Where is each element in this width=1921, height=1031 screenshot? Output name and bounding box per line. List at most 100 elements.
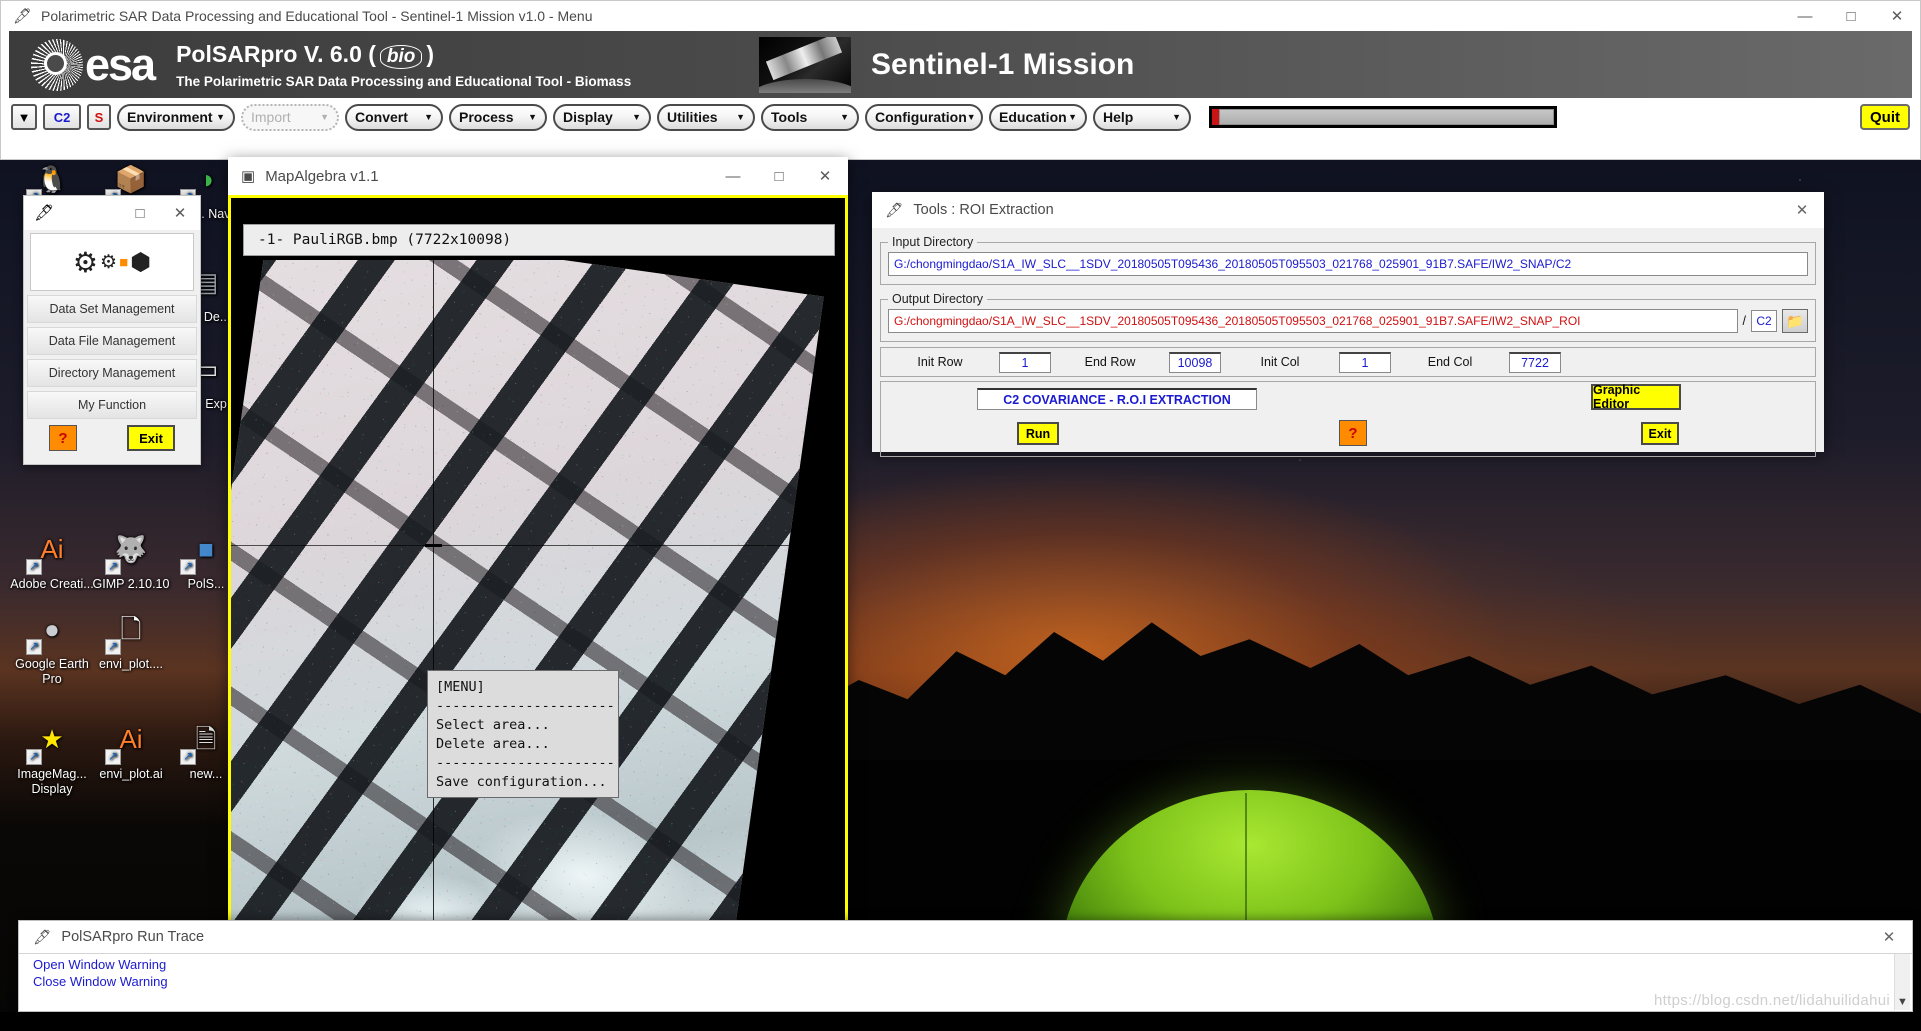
- roi-close-button[interactable]: ✕: [1780, 192, 1824, 228]
- satellite-thumbnail-icon: [759, 37, 851, 93]
- mapalgebra-titlebar: ▣ MapAlgebra v1.1 — □ ✕: [228, 157, 848, 195]
- output-directory-legend: Output Directory: [892, 292, 984, 306]
- menu-education[interactable]: Education ▼: [989, 103, 1087, 131]
- chevron-down-icon: ▼: [966, 112, 976, 122]
- range-label-end-col: End Col: [1427, 355, 1473, 369]
- sar-image-canvas[interactable]: [MENU] ---------------------- Select are…: [231, 260, 845, 950]
- context-menu-header: [MENU]: [436, 679, 485, 695]
- ma-minimize-button[interactable]: —: [710, 157, 756, 195]
- run-trace-title: PolSARpro Run Trace: [61, 929, 205, 945]
- roi-operation-banner: C2 COVARIANCE - R.O.I EXTRACTION: [977, 388, 1257, 410]
- dm-exit-button[interactable]: Exit: [127, 425, 175, 451]
- range-input-init-col[interactable]: 1: [1339, 351, 1391, 373]
- envi-plot-ai-icon: Ai ↗: [105, 715, 155, 765]
- menu-convert[interactable]: Convert ▼: [345, 103, 443, 131]
- adobe-creative-icon: Ai ↗: [26, 525, 76, 575]
- roi-help-button[interactable]: ?: [1339, 420, 1367, 446]
- input-directory-field[interactable]: G:/chongmingdao/S1A_IW_SLC__1SDV_2018050…: [888, 252, 1808, 276]
- feather-icon: 🖋: [885, 202, 904, 219]
- mapalgebra-app-icon: ▣: [241, 168, 256, 185]
- sar-speckle-overlay: [231, 260, 824, 950]
- feather-icon: 🖋: [13, 8, 33, 25]
- maximize-button[interactable]: □: [1828, 1, 1874, 31]
- context-menu-item-delete-area[interactable]: Delete area...: [436, 735, 612, 754]
- dm-close-button[interactable]: ✕: [160, 198, 200, 228]
- range-input-init-row[interactable]: 1: [999, 351, 1051, 373]
- menu-process[interactable]: Process ▼: [449, 103, 547, 131]
- run-trace-window: 🖋 PolSARpro Run Trace ✕ Open Window Warn…: [18, 920, 1913, 1012]
- ma-close-button[interactable]: ✕: [802, 157, 848, 195]
- menu-configuration[interactable]: Configuration ▼: [865, 103, 983, 131]
- run-trace-scrollbar[interactable]: ▼: [1894, 954, 1910, 1010]
- menu-tools[interactable]: Tools ▼: [761, 103, 859, 131]
- menu-environment[interactable]: Environment ▼: [117, 103, 235, 131]
- product-title-text: PolSARpro V. 6.0 (: [176, 40, 376, 67]
- close-button[interactable]: ✕: [1874, 1, 1920, 31]
- chevron-down-icon: ▼: [1172, 112, 1181, 122]
- dm-button-data-file-management[interactable]: Data File Management: [27, 327, 197, 355]
- chevron-down-icon: ▼: [320, 112, 329, 122]
- graphic-editor-button[interactable]: Graphic Editor: [1591, 383, 1681, 411]
- product-title: PolSARpro V. 6.0 (bio): [176, 41, 631, 69]
- dm-maximize-button[interactable]: □: [120, 198, 160, 228]
- output-directory-field[interactable]: G:/chongmingdao/S1A_IW_SLC__1SDV_2018050…: [888, 309, 1738, 333]
- roi-dialog-title: Tools : ROI Extraction: [913, 202, 1054, 218]
- range-label-init-row: Init Row: [917, 355, 963, 369]
- roi-titlebar: 🖋 Tools : ROI Extraction ✕: [872, 192, 1824, 228]
- mapalgebra-body: -1- PauliRGB.bmp (7722x10098) [MENU] ---…: [228, 195, 848, 1017]
- dataset-s-indicator[interactable]: S: [87, 104, 111, 130]
- dm-footer: ? Exit: [24, 425, 200, 457]
- roi-extraction-dialog: 🖋 Tools : ROI Extraction ✕ Input Directo…: [872, 192, 1824, 457]
- mapalgebra-title: MapAlgebra v1.1: [265, 167, 379, 185]
- chevron-down-icon: ▼: [216, 112, 225, 122]
- esa-logo: esa: [9, 38, 156, 91]
- run-trace-close-button[interactable]: ✕: [1866, 921, 1912, 953]
- menu-utilities[interactable]: Utilities ▼: [657, 103, 755, 131]
- product-subtitle: The Polarimetric SAR Data Processing and…: [176, 73, 632, 89]
- shortcut-arrow-icon: ↗: [26, 749, 42, 765]
- menu-help[interactable]: Help ▼: [1093, 103, 1191, 131]
- dm-button-directory-management[interactable]: Directory Management: [27, 359, 197, 387]
- menu-label: Import: [251, 109, 291, 125]
- context-menu[interactable]: [MENU] ---------------------- Select are…: [427, 670, 619, 798]
- chevron-down-icon: ▼: [840, 112, 849, 122]
- polsarpro-shortcut-icon: ■ ↗: [180, 525, 230, 575]
- dataset-dropdown-arrow[interactable]: ▼: [11, 104, 37, 130]
- menu-items-group: Environment ▼ Import ▼ Convert ▼ Process ▼ Displ…: [117, 103, 1191, 131]
- chevron-down-icon: ▼: [1068, 112, 1077, 122]
- trace-line-close-warning: Close Window Warning: [33, 974, 168, 989]
- polsarpro-main-window: 🖋 Polarimetric SAR Data Processing and E…: [0, 0, 1921, 160]
- context-menu-item-save-configuration[interactable]: Save configuration...: [436, 773, 612, 792]
- crosshair-vertical: [433, 260, 434, 950]
- product-title-end: ): [426, 40, 435, 67]
- range-label-init-col: Init Col: [1260, 355, 1300, 369]
- quit-button[interactable]: Quit: [1860, 104, 1910, 130]
- desktop-icon-label: envi_plot....: [99, 657, 163, 671]
- range-input-end-row[interactable]: 10098: [1169, 351, 1221, 373]
- dm-button-my-function[interactable]: My Function: [27, 391, 197, 419]
- output-suffix-field[interactable]: C2: [1751, 310, 1777, 332]
- context-menu-item-select-area[interactable]: Select area...: [436, 716, 612, 735]
- main-window-title: Polarimetric SAR Data Processing and Edu…: [41, 8, 593, 24]
- minimize-button[interactable]: —: [1782, 1, 1828, 31]
- range-label-end-row: End Row: [1084, 355, 1136, 369]
- ma-maximize-button[interactable]: □: [756, 157, 802, 195]
- progress-marker: [1212, 109, 1219, 125]
- dm-button-data-set-management[interactable]: Data Set Management: [27, 295, 197, 323]
- menu-import[interactable]: Import ▼: [241, 103, 339, 131]
- roi-exit-button[interactable]: Exit: [1641, 422, 1679, 445]
- desktop-icon-envi-plot-file[interactable]: 🗋 ↗ envi_plot....: [85, 605, 177, 672]
- dataset-type-indicator[interactable]: C2: [43, 104, 81, 130]
- menu-display[interactable]: Display ▼: [553, 103, 651, 131]
- taskbar: [0, 1012, 1921, 1031]
- chevron-down-icon[interactable]: ▼: [1897, 996, 1908, 1008]
- folder-icon[interactable]: 📁: [1782, 309, 1808, 333]
- menu-label: Utilities: [667, 109, 718, 125]
- menu-label: Tools: [771, 109, 808, 125]
- input-directory-group: Input Directory G:/chongmingdao/S1A_IW_S…: [880, 235, 1816, 285]
- gears-icon: ⚙ ⚙ ■ ⬢: [30, 233, 194, 291]
- dm-help-button[interactable]: ?: [49, 425, 77, 451]
- range-input-end-col[interactable]: 7722: [1509, 351, 1561, 373]
- run-button[interactable]: Run: [1017, 422, 1059, 445]
- envi-plot-file-icon: 🗋 ↗: [105, 605, 155, 655]
